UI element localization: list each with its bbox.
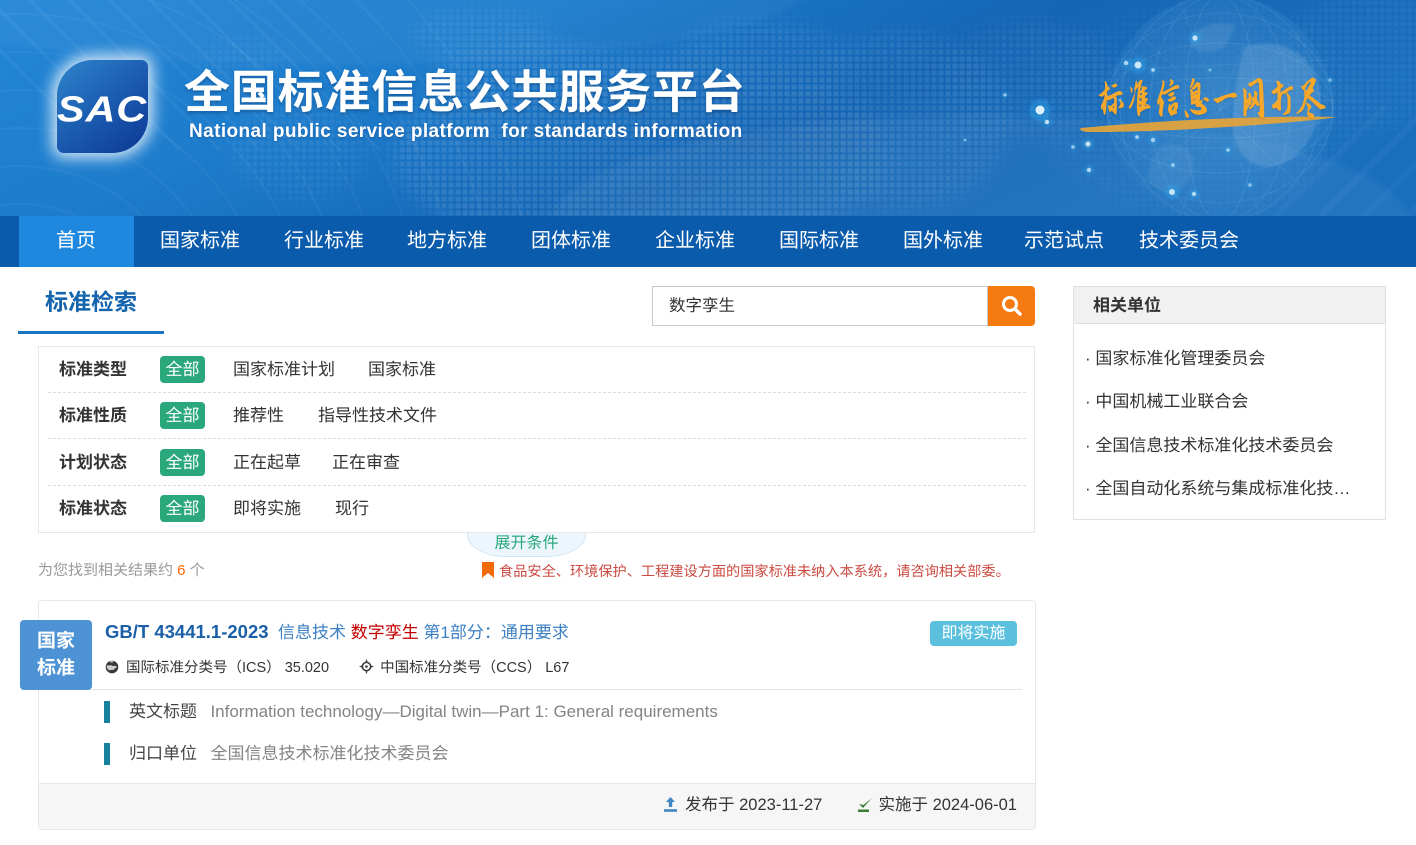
svg-text:SAC: SAC <box>57 90 147 130</box>
